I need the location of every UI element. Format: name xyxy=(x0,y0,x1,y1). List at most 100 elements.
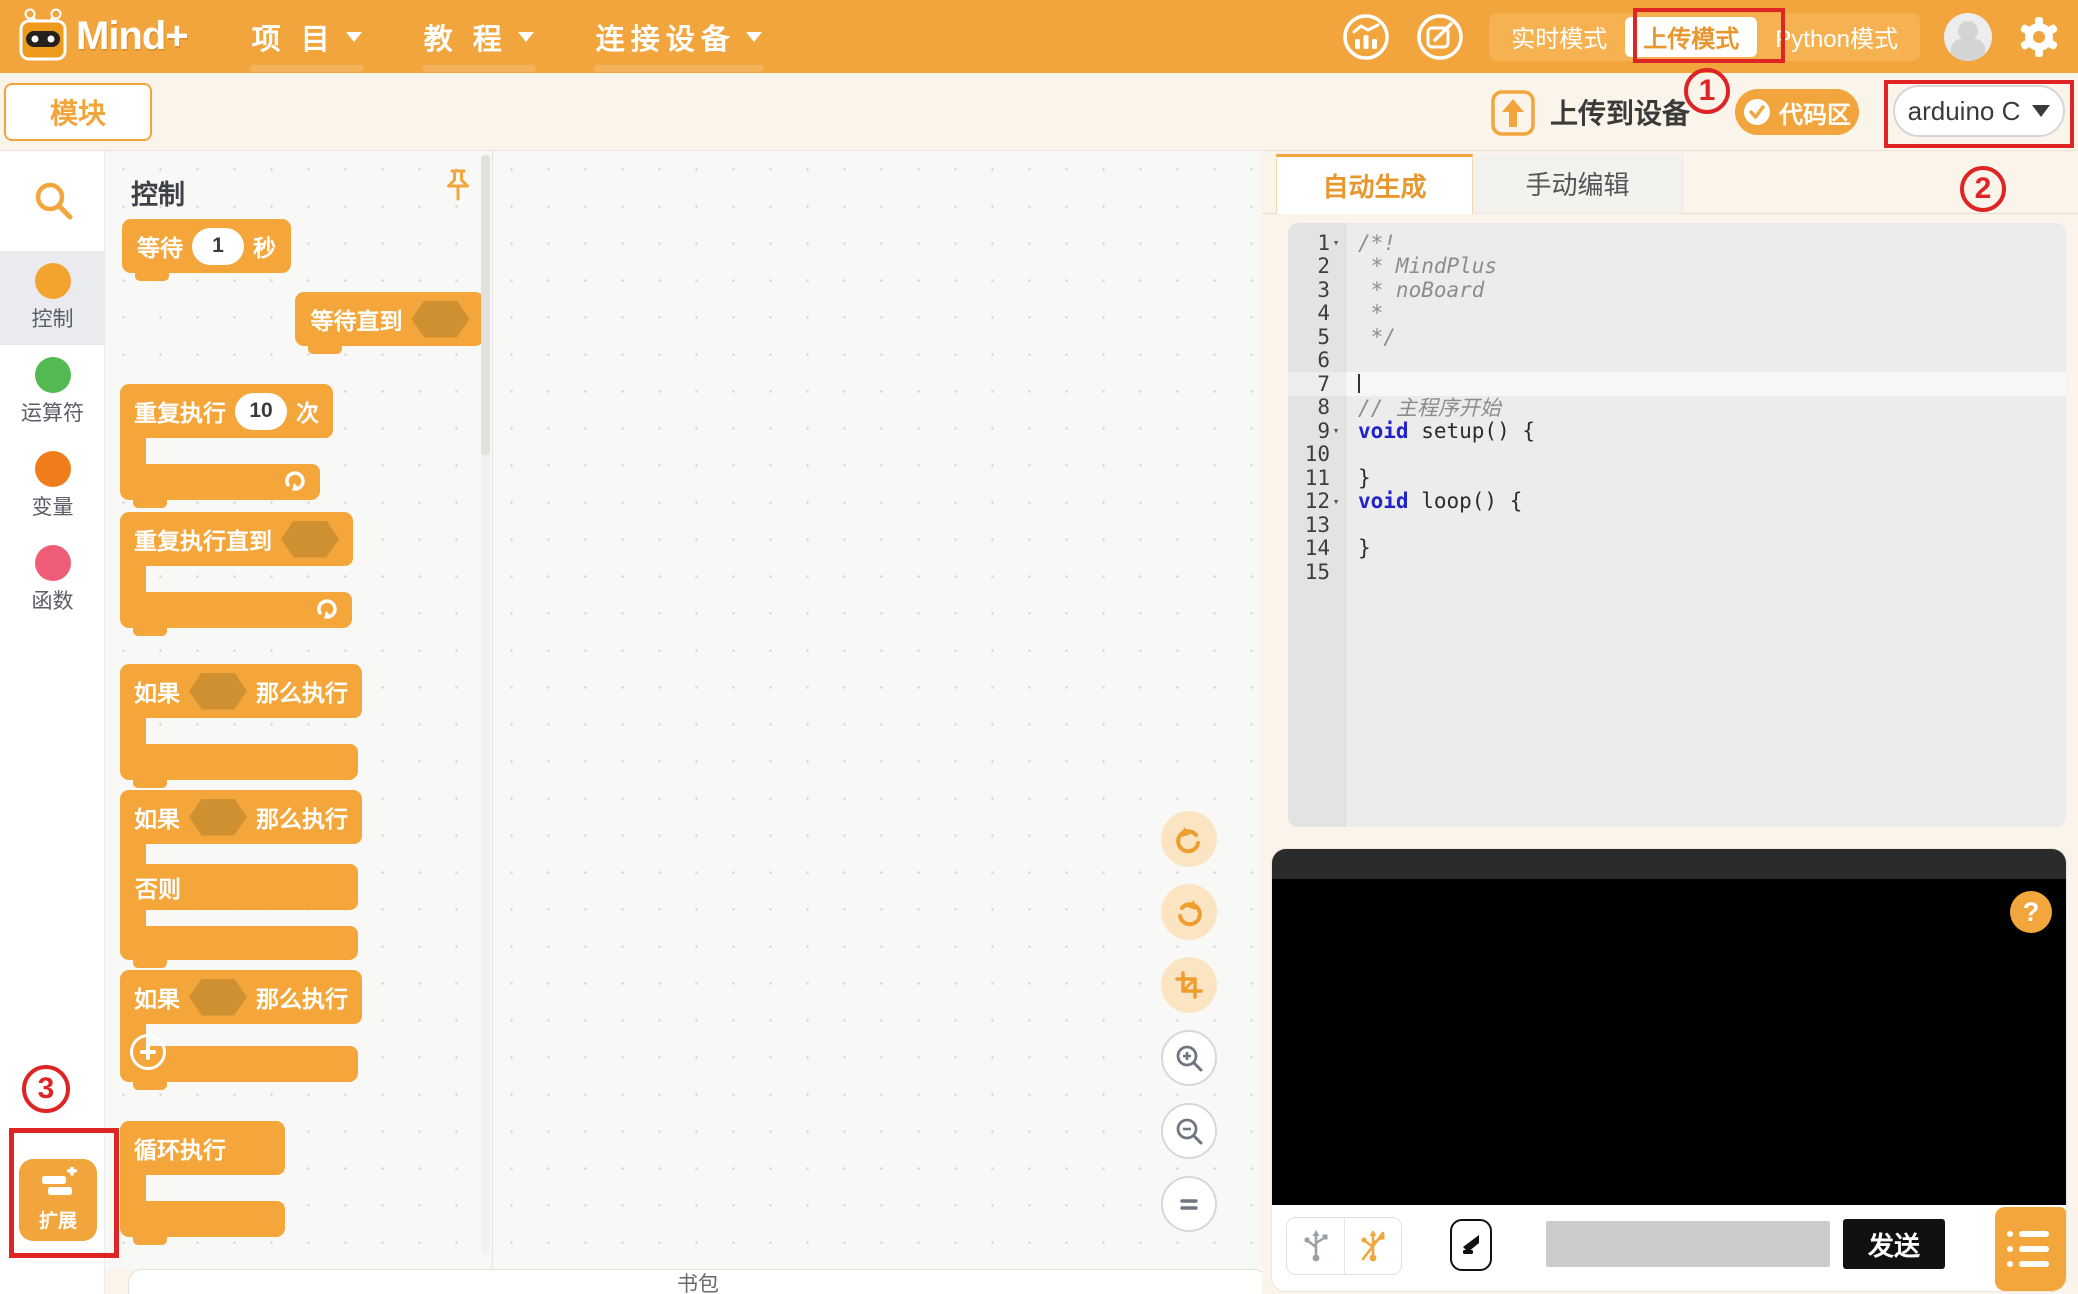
code-tabs: 自动生成 手动编辑 xyxy=(1262,154,2078,214)
zoom-out-button[interactable] xyxy=(1161,1103,1217,1159)
block-label: 如果 xyxy=(134,680,180,706)
block-boolean-slot[interactable] xyxy=(189,978,247,1016)
community-icon[interactable] xyxy=(1341,12,1391,62)
block-boolean-slot[interactable] xyxy=(189,672,247,710)
search-icon[interactable] xyxy=(32,179,76,223)
block-boolean-slot[interactable] xyxy=(189,798,247,836)
board-select-dropdown[interactable]: arduino C xyxy=(1893,85,2065,137)
block-if-then-extendable[interactable]: 如果 那么执行 xyxy=(120,970,362,1090)
usb-connected-button[interactable] xyxy=(1287,1218,1344,1274)
block-number-input[interactable]: 1 xyxy=(192,227,244,265)
menu-project[interactable]: 项 目 xyxy=(249,10,364,72)
block-boolean-slot[interactable] xyxy=(281,520,339,558)
block-label: 那么执行 xyxy=(256,680,348,706)
mindplus-app: Mind+ 项 目 教 程 连接设备 实时模式 上传模式 Python模式 模块… xyxy=(0,0,2078,1294)
upload-to-device-button[interactable]: 上传到设备 xyxy=(1490,87,1690,137)
crop-button[interactable] xyxy=(1161,957,1217,1013)
help-button[interactable]: ? xyxy=(2010,891,2052,933)
tab-auto-generate[interactable]: 自动生成 xyxy=(1276,154,1473,214)
send-button[interactable]: 发送 xyxy=(1843,1219,1945,1269)
mindplus-robot-icon xyxy=(19,8,67,60)
block-label: 等待直到 xyxy=(310,308,403,334)
mindplus-logo[interactable]: Mind+ xyxy=(14,8,189,66)
menu-connect-device[interactable]: 连接设备 xyxy=(593,10,764,72)
extensions-button[interactable]: 扩展 xyxy=(19,1159,97,1241)
block-c-bottom xyxy=(120,592,352,636)
code-line: 8// 主程序开始 xyxy=(1317,395,1501,421)
main-menus: 项 目 教 程 连接设备 xyxy=(249,10,764,72)
sidebar-item-3[interactable]: 函数 xyxy=(0,533,105,627)
block-c-spine xyxy=(120,718,146,744)
block-c-bottom xyxy=(120,744,358,788)
usb-disconnected-icon xyxy=(1361,1230,1385,1262)
code-line: 5 */ xyxy=(1317,324,1396,349)
block-repeat-times[interactable]: 重复执行 10 次 xyxy=(120,384,333,508)
block-if-then[interactable]: 如果 那么执行 xyxy=(120,664,362,788)
backpack-bar[interactable]: 书包 xyxy=(128,1269,1268,1294)
gear-icon[interactable] xyxy=(2016,14,2062,60)
toolbar-row: 模块 上传到设备 代码区 arduino C xyxy=(0,73,2078,150)
code-line: 3 * noBoard xyxy=(1317,277,1485,302)
serial-monitor-header[interactable] xyxy=(1272,849,2066,879)
scrollbar-thumb[interactable] xyxy=(481,155,490,455)
block-boolean-slot[interactable] xyxy=(411,300,470,338)
block-if-else[interactable]: 如果 那么执行 否则 xyxy=(120,790,362,968)
menu-tutorial[interactable]: 教 程 xyxy=(421,10,536,72)
sidebar-item-0[interactable]: 控制 xyxy=(0,251,105,345)
redo-button[interactable] xyxy=(1161,884,1217,940)
check-icon xyxy=(1744,99,1770,125)
pin-icon[interactable] xyxy=(441,167,475,205)
fold-arrow-icon[interactable]: ▾ xyxy=(1330,424,1342,437)
block-number-input[interactable]: 10 xyxy=(235,392,287,430)
chevron-down-icon xyxy=(345,31,362,42)
compose-icon[interactable] xyxy=(1415,12,1465,62)
undo-button[interactable] xyxy=(1161,811,1217,867)
serial-monitor: ? 发送 xyxy=(1272,849,2066,1291)
sidebar-item-2[interactable]: 变量 xyxy=(0,439,105,533)
tab-manual-edit[interactable]: 手动编辑 xyxy=(1473,154,1683,214)
zoom-out-icon xyxy=(1176,1118,1203,1145)
sidebar-item-1[interactable]: 运算符 xyxy=(0,345,105,439)
block-c-spine xyxy=(120,566,146,592)
mode-upload-button[interactable]: 上传模式 xyxy=(1625,16,1758,57)
usb-disconnected-button[interactable] xyxy=(1344,1218,1401,1274)
serial-monitor-output[interactable]: ? xyxy=(1272,879,2066,1205)
block-forever-loop[interactable]: 循环执行 xyxy=(120,1121,285,1245)
palette-scrollbar[interactable] xyxy=(481,155,490,1255)
fold-arrow-icon[interactable]: ▾ xyxy=(1330,495,1342,508)
block-label: 否则 xyxy=(135,876,181,902)
block-wait-seconds[interactable]: 等待 1 秒 xyxy=(122,219,291,281)
code-editor[interactable]: 1 ▾/*! 2 * MindPlus 3 * noBoard 4 * 5 */6 7 8//… xyxy=(1288,223,2066,827)
add-condition-icon[interactable] xyxy=(130,1034,166,1070)
code-line: 15 xyxy=(1304,559,1330,584)
mode-python-button[interactable]: Python模式 xyxy=(1757,17,1916,57)
category-label: 运算符 xyxy=(21,402,84,425)
zoom-reset-button[interactable] xyxy=(1161,1176,1217,1232)
code-area-button[interactable]: 代码区 xyxy=(1735,89,1859,135)
extensions-label: 扩展 xyxy=(38,1211,77,1232)
category-label: 函数 xyxy=(31,590,74,613)
block-label: 那么执行 xyxy=(256,986,348,1012)
block-c-spine xyxy=(120,438,146,464)
mode-realtime-button[interactable]: 实时模式 xyxy=(1493,17,1625,57)
workspace: 控制 运算符 变量 函数 扩展 控制 等待 1 秒 等待直到 重复执行 10 次… xyxy=(0,150,2078,1294)
serial-settings-button[interactable] xyxy=(1995,1207,2066,1291)
code-panel: 自动生成 手动编辑 1 ▾/*! 2 * MindPlus 3 * noBoard 4 … xyxy=(1262,151,2078,1294)
topbar-right-cluster: 实时模式 上传模式 Python模式 xyxy=(1341,0,2062,73)
category-label: 控制 xyxy=(31,308,74,331)
category-sidebar: 控制运算符变量函数 扩展 xyxy=(0,151,105,1294)
block-wait-until[interactable]: 等待直到 xyxy=(295,292,485,354)
block-repeat-until[interactable]: 重复执行直到 xyxy=(120,512,353,636)
canvas-controls xyxy=(1161,811,1217,1232)
zoom-in-button[interactable] xyxy=(1161,1030,1217,1086)
crop-icon xyxy=(1175,971,1203,999)
script-canvas[interactable] xyxy=(493,151,1262,1269)
clear-output-button[interactable] xyxy=(1450,1219,1492,1271)
avatar[interactable] xyxy=(1944,12,1992,61)
fold-arrow-icon[interactable]: ▾ xyxy=(1330,236,1342,249)
list-icon xyxy=(2007,1261,2066,1267)
tab-modules[interactable]: 模块 xyxy=(4,83,152,141)
menu-tutorial-label: 教 程 xyxy=(423,23,508,56)
block-label: 重复执行 xyxy=(134,400,226,426)
serial-input[interactable] xyxy=(1546,1221,1830,1267)
